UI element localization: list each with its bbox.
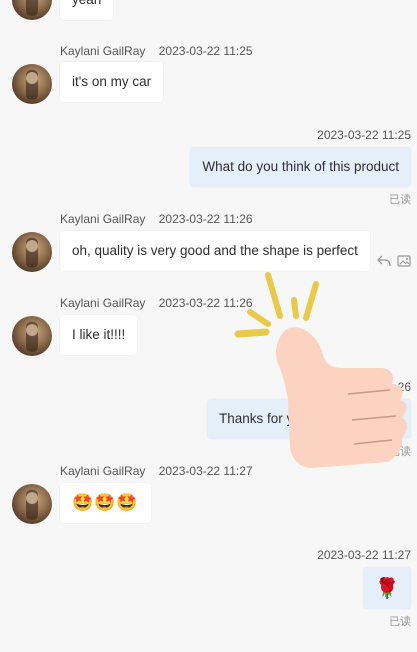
message-time: 2023-03-22 11:25 [317,128,411,142]
message-meta: Kaylani GailRay 2023-03-22 11:25 [60,44,253,58]
message-actions [376,253,412,269]
message-text-tail: d [391,411,399,426]
avatar[interactable] [12,0,52,20]
avatar[interactable] [12,484,52,524]
message-time: 26 [397,380,411,394]
message-meta: Kaylani GailRay 2023-03-22 11:27 [60,464,253,478]
image-icon[interactable] [396,253,412,269]
avatar-photo [26,490,38,520]
sender-name: Kaylani GailRay [60,44,146,58]
message-bubble[interactable]: it's on my car [60,62,164,102]
message-meta: Kaylani GailRay 2023-03-22 11:26 [60,212,253,226]
avatar-photo [26,322,38,352]
message-bubble[interactable]: What do you think of this product [190,147,411,187]
sender-name: Kaylani GailRay [60,296,146,310]
message-bubble[interactable]: yeah [60,0,114,20]
message-bubble[interactable]: 🤩🤩🤩 [60,483,151,523]
avatar[interactable] [12,232,52,272]
message-text: I like it!!!! [72,327,126,342]
avatar[interactable] [12,64,52,104]
message-time: 2023-03-22 11:26 [158,212,253,226]
avatar-photo [26,70,38,100]
message-text: What do you think of this product [202,159,399,174]
message-text: Thanks for you [219,411,309,426]
read-status: 已读 [389,446,411,458]
avatar[interactable] [12,316,52,356]
reply-icon[interactable] [376,253,392,269]
message-time: 2023-03-22 11:27 [158,464,253,478]
message-meta: Kaylani GailRay 2023-03-22 11:26 [60,296,253,310]
read-status: 已读 [389,194,411,206]
message-bubble[interactable]: Thanks for you d [207,399,411,439]
message-time: 2023-03-22 11:25 [158,44,253,58]
message-text: oh, quality is very good and the shape i… [72,243,358,258]
sender-name: Kaylani GailRay [60,464,146,478]
thumbs-up-icon [232,272,417,472]
message-bubble[interactable]: 🌹 [363,567,411,609]
message-text: yeah [72,0,101,7]
message-time: 2023-03-22 11:27 [317,548,411,562]
read-status: 已读 [389,616,411,628]
avatar-photo [26,238,38,268]
chat-message-list[interactable]: yeah Kaylani GailRay 2023-03-22 11:25 it… [0,0,417,652]
avatar-photo [26,0,38,16]
message-text: it's on my car [72,74,152,89]
message-bubble[interactable]: oh, quality is very good and the shape i… [60,231,370,271]
message-text: 🌹 [374,576,400,600]
message-text: 🤩🤩🤩 [72,493,139,513]
message-bubble[interactable]: I like it!!!! [60,315,138,355]
message-time: 2023-03-22 11:26 [158,296,253,310]
sender-name: Kaylani GailRay [60,212,146,226]
